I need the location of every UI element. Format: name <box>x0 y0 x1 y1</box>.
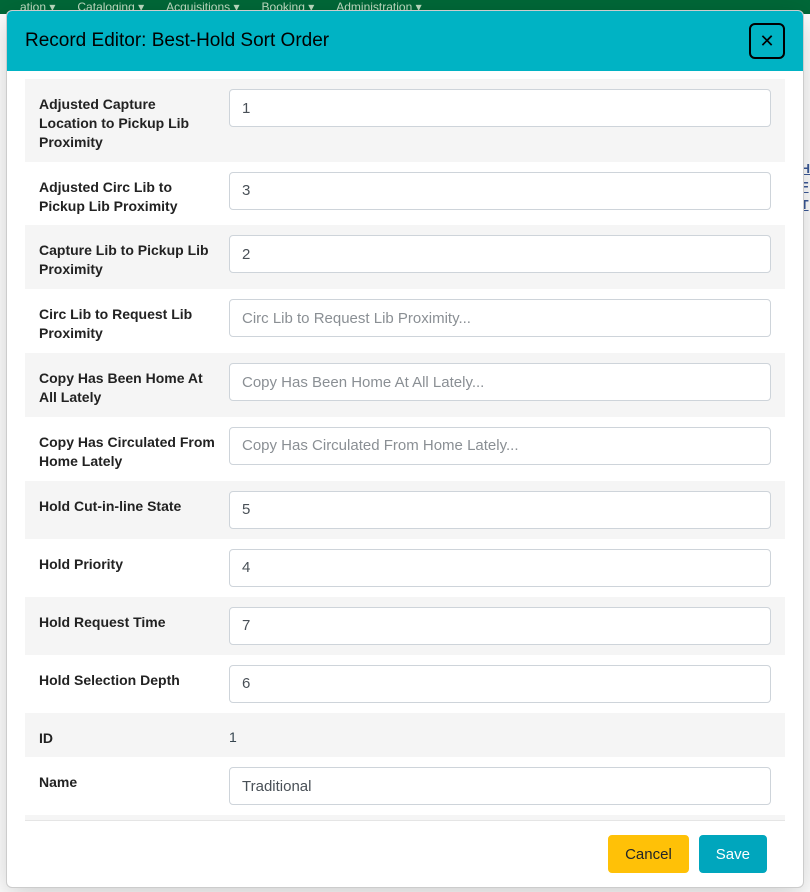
field-label: Adjusted Capture Location to Pickup Lib … <box>39 89 229 152</box>
form-row: Hold Cut-in-line State <box>25 481 785 539</box>
form-row: Adjusted Circ Lib to Pickup Lib Proximit… <box>25 162 785 226</box>
form-row: Hold Selection Depth <box>25 655 785 713</box>
form-row: Name <box>25 757 785 815</box>
hold-cutinline-input[interactable] <box>229 491 771 529</box>
dialog-body: Adjusted Capture Location to Pickup Lib … <box>7 71 803 820</box>
field-label: Hold Selection Depth <box>39 665 229 690</box>
adjusted-capture-location-input[interactable] <box>229 89 771 127</box>
form-row: Circ Lib to Request Lib Proximity <box>25 289 785 353</box>
form-row: Hold Request Time <box>25 597 785 655</box>
save-button[interactable]: Save <box>699 835 767 873</box>
dialog-header: Record Editor: Best-Hold Sort Order ✕ <box>7 11 803 71</box>
field-label: Hold Request Time <box>39 607 229 632</box>
capture-lib-input[interactable] <box>229 235 771 273</box>
field-label: Copy Has Been Home At All Lately <box>39 363 229 407</box>
form-row: Capture Lib to Pickup Lib Proximity <box>25 225 785 289</box>
field-label: Capture Lib to Pickup Lib Proximity <box>39 235 229 279</box>
form-field-list: Adjusted Capture Location to Pickup Lib … <box>25 79 785 820</box>
close-icon: ✕ <box>759 31 774 52</box>
cancel-button[interactable]: Cancel <box>608 835 689 873</box>
form-row: Adjusted Capture Location to Pickup Lib … <box>25 79 785 162</box>
copy-home-lately-input[interactable] <box>229 363 771 401</box>
field-label: ID <box>39 723 229 748</box>
record-editor-dialog: Record Editor: Best-Hold Sort Order ✕ Ad… <box>6 10 804 888</box>
hold-selection-depth-input[interactable] <box>229 665 771 703</box>
form-row: Hold Priority <box>25 539 785 597</box>
adjusted-circ-lib-input[interactable] <box>229 172 771 210</box>
field-label: Hold Cut-in-line State <box>39 491 229 516</box>
copy-circulated-input[interactable] <box>229 427 771 465</box>
field-label: Adjusted Circ Lib to Pickup Lib Proximit… <box>39 172 229 216</box>
name-input[interactable] <box>229 767 771 805</box>
id-static-value: 1 <box>229 723 771 745</box>
hold-request-time-input[interactable] <box>229 607 771 645</box>
dialog-footer: Cancel Save <box>25 820 785 887</box>
dialog-title: Record Editor: Best-Hold Sort Order <box>25 30 329 52</box>
field-label: Copy Has Circulated From Home Lately <box>39 427 229 471</box>
form-row: Copy Has Circulated From Home Lately <box>25 417 785 481</box>
form-row: ID 1 <box>25 713 785 758</box>
field-label: Hold Priority <box>39 549 229 574</box>
form-row: Copy Has Been Home At All Lately <box>25 353 785 417</box>
hold-priority-input[interactable] <box>229 549 771 587</box>
field-label: Circ Lib to Request Lib Proximity <box>39 299 229 343</box>
circ-lib-request-input[interactable] <box>229 299 771 337</box>
field-label: Name <box>39 767 229 792</box>
close-button[interactable]: ✕ <box>749 23 785 59</box>
